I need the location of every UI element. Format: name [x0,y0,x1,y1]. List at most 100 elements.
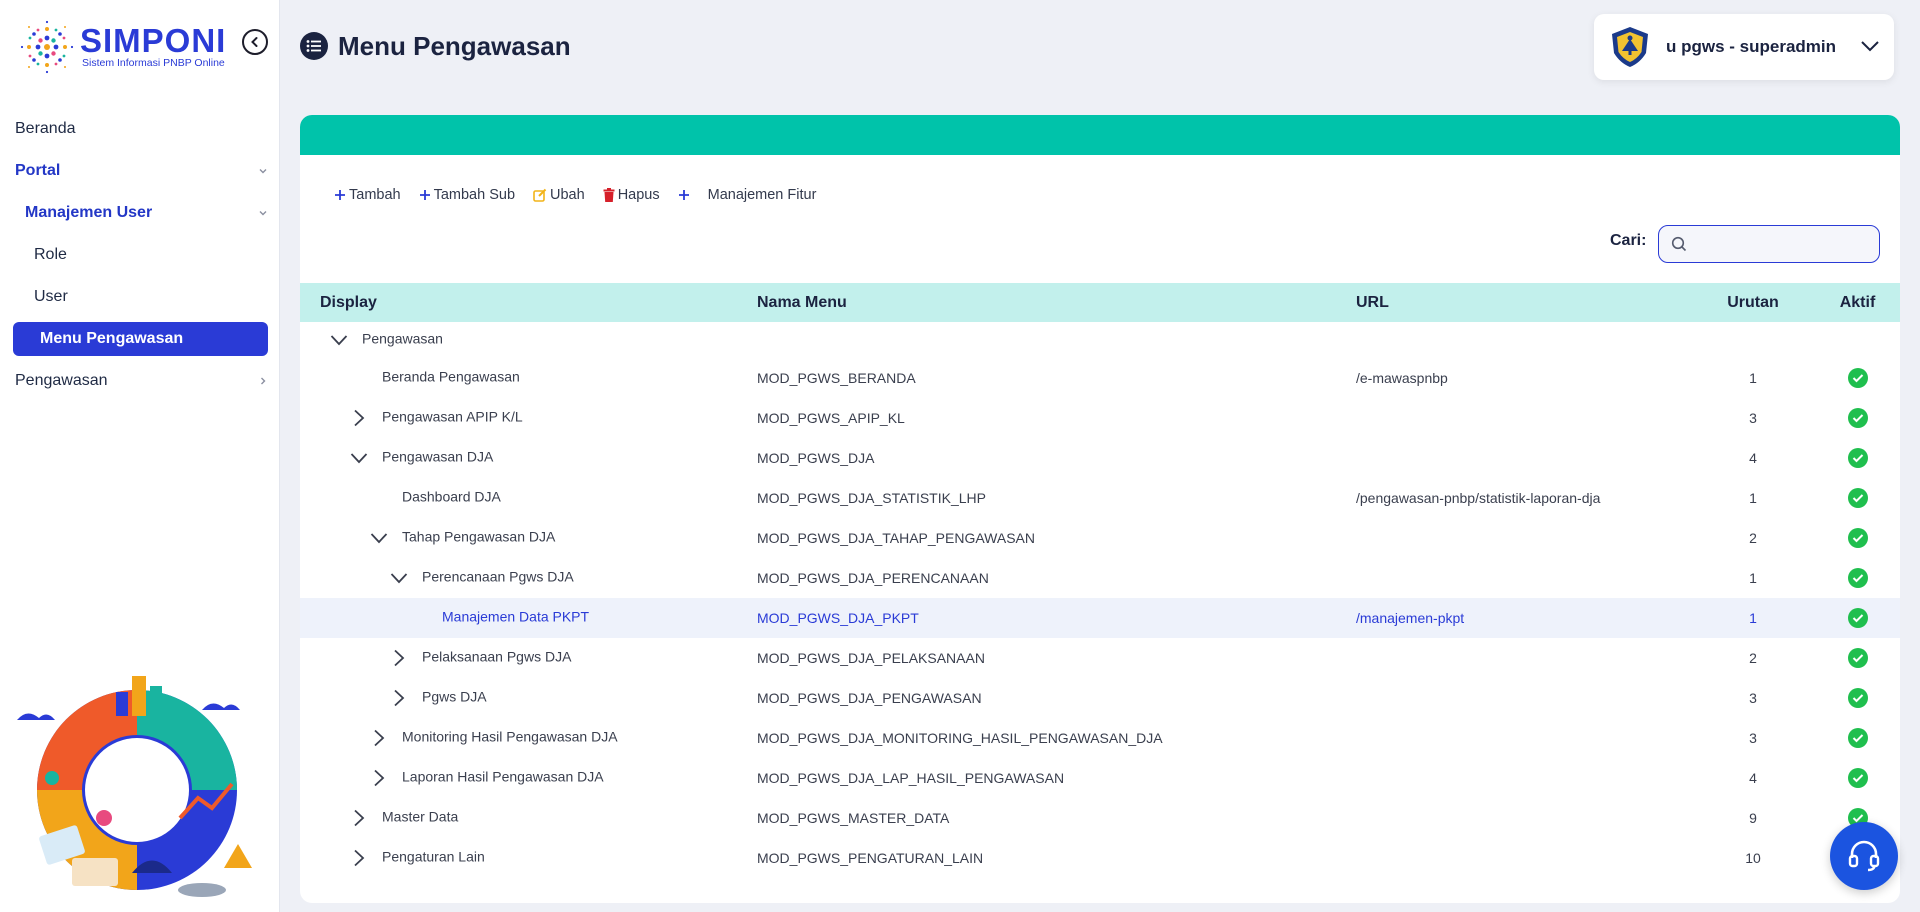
chevron-right-icon [261,377,266,385]
sidebar-item-label: Role [34,246,67,263]
table-row[interactable]: Pengawasan APIP K/L MOD_PGWS_APIP_KL 3 [300,398,1900,438]
row-nama: MOD_PGWS_DJA_STATISTIK_LHP [757,490,986,506]
app-logo[interactable]: SIMPONI Sistem Informasi PNBP Online [18,18,228,80]
chevron-down-icon[interactable] [330,331,348,349]
table-row[interactable]: Pelaksanaan Pgws DJA MOD_PGWS_DJA_PELAKS… [300,638,1900,678]
page-title: Menu Pengawasan [338,30,571,61]
table-row[interactable]: Master Data MOD_PGWS_MASTER_DATA 9 [300,798,1900,838]
sidebar-item-label: User [34,288,68,305]
chevron-right-icon[interactable] [370,769,388,787]
column-aktif[interactable]: Aktif [1815,294,1900,312]
user-menu[interactable]: u pgws - superadmin [1594,14,1894,80]
toolbar: Tambah Tambah Sub Ubah Hapus Manajemen F… [334,185,834,205]
row-nama: MOD_PGWS_DJA_PENGAWASAN [757,690,982,706]
table-row[interactable]: Pgws DJA MOD_PGWS_DJA_PENGAWASAN 3 [300,678,1900,718]
hapus-button[interactable]: Hapus [603,187,660,203]
app-subtitle: Sistem Informasi PNBP Online [82,57,225,69]
table-row[interactable]: Monitoring Hasil Pengawasan DJA MOD_PGWS… [300,718,1900,758]
chevron-right-icon[interactable] [350,849,368,867]
sidebar-item-pengawasan[interactable]: Pengawasan [0,360,280,402]
row-url: /pengawasan-pnbp/statistik-laporan-dja [1356,490,1601,506]
row-urutan: 9 [1749,810,1757,826]
row-nama: MOD_PGWS_BERANDA [757,370,916,386]
active-check-icon [1847,448,1868,468]
page-header: Menu Pengawasan [300,30,571,62]
chevron-right-icon[interactable] [350,409,368,427]
plus-icon [419,190,430,200]
chevron-right-icon[interactable] [370,729,388,747]
table-row[interactable]: Pengawasan DJA MOD_PGWS_DJA 4 [300,438,1900,478]
table-row-selected[interactable]: Manajemen Data PKPT MOD_PGWS_DJA_PKPT /m… [300,598,1900,638]
row-urutan: 3 [1749,730,1757,746]
tambah-sub-button[interactable]: Tambah Sub [419,187,515,203]
column-urutan[interactable]: Urutan [1691,294,1815,312]
chevron-down-icon [259,211,267,216]
row-urutan: 3 [1749,690,1757,706]
table-row[interactable]: Beranda Pengawasan MOD_PGWS_BERANDA /e-m… [300,358,1900,398]
app-name: SIMPONI [80,22,227,59]
row-nama: MOD_PGWS_DJA_LAP_HASIL_PENGAWASAN [757,770,1065,786]
active-check-icon [1847,368,1868,388]
row-display: Dashboard DJA [402,488,501,505]
row-display: Laporan Hasil Pengawasan DJA [402,768,604,785]
chevron-down-icon [1861,41,1879,52]
table-row[interactable]: Pengawasan [300,322,1900,358]
tambah-button[interactable]: Tambah [334,187,401,203]
sidebar-item-manajemen-user[interactable]: Manajemen User [0,192,280,234]
active-check-icon [1847,408,1868,428]
chevron-right-icon[interactable] [390,649,408,667]
column-display[interactable]: Display [300,283,737,322]
user-name: u pgws - superadmin [1666,37,1837,56]
row-display: Master Data [382,808,459,825]
table-row[interactable]: Dashboard DJA MOD_PGWS_DJA_STATISTIK_LHP… [300,478,1900,518]
search-input[interactable] [1693,229,1863,259]
sidebar-item-portal[interactable]: Portal [0,150,280,192]
table-row[interactable]: Laporan Hasil Pengawasan DJA MOD_PGWS_DJ… [300,758,1900,798]
sidebar-item-menu-pengawasan[interactable]: Menu Pengawasan [13,322,268,356]
table-row[interactable]: Tahap Pengawasan DJA MOD_PGWS_DJA_TAHAP_… [300,518,1900,558]
chevron-right-icon[interactable] [390,689,408,707]
hapus-label: Hapus [617,187,660,203]
row-display: Pengawasan [362,330,443,347]
active-check-icon [1847,768,1868,788]
sidebar-item-role[interactable]: Role [0,234,280,276]
trash-icon [603,188,615,202]
active-check-icon [1847,488,1868,508]
active-check-icon [1847,608,1868,628]
row-display: Monitoring Hasil Pengawasan DJA [402,728,618,745]
row-urutan: 4 [1749,450,1757,466]
chevron-down-icon[interactable] [370,529,388,547]
row-urutan: 10 [1745,850,1761,866]
search-label: Cari: [1610,232,1647,249]
table-row[interactable]: Perencanaan Pgws DJA MOD_PGWS_DJA_PERENC… [300,558,1900,598]
column-url[interactable]: URL [1356,294,1691,312]
row-nama: MOD_PGWS_DJA_PKPT [757,610,919,626]
plus-icon [678,190,689,200]
chevron-down-icon[interactable] [350,449,368,467]
search-field[interactable] [1658,225,1880,263]
row-display: Pgws DJA [422,688,487,705]
row-display: Manajemen Data PKPT [442,608,590,625]
sidebar-item-label: Beranda [15,120,76,137]
row-nama: MOD_PGWS_PENGATURAN_LAIN [757,850,984,866]
row-nama: MOD_PGWS_DJA_TAHAP_PENGAWASAN [757,530,1035,546]
active-check-icon [1847,728,1868,748]
chevron-down-icon[interactable] [390,569,408,587]
table-row[interactable]: Pengaturan Lain MOD_PGWS_PENGATURAN_LAIN… [300,838,1900,878]
row-urutan: 2 [1749,530,1757,546]
row-urutan: 1 [1749,570,1757,586]
chevron-right-icon[interactable] [350,809,368,827]
headset-icon [1848,840,1880,872]
column-nama-menu[interactable]: Nama Menu [737,294,1356,312]
ubah-button[interactable]: Ubah [533,187,585,203]
sidebar-item-label: Pengawasan [15,372,108,389]
collapse-sidebar-button[interactable] [242,29,268,55]
help-button[interactable] [1830,822,1898,890]
row-urutan: 3 [1749,410,1757,426]
sidebar-item-beranda[interactable]: Beranda [0,108,280,150]
sidebar-item-user[interactable]: User [0,276,280,318]
row-urutan: 2 [1749,650,1757,666]
simponi-logo-icon [20,20,74,74]
table-header: Display Nama Menu URL Urutan Aktif [300,283,1900,322]
manajemen-fitur-button[interactable]: Manajemen Fitur [678,187,816,203]
